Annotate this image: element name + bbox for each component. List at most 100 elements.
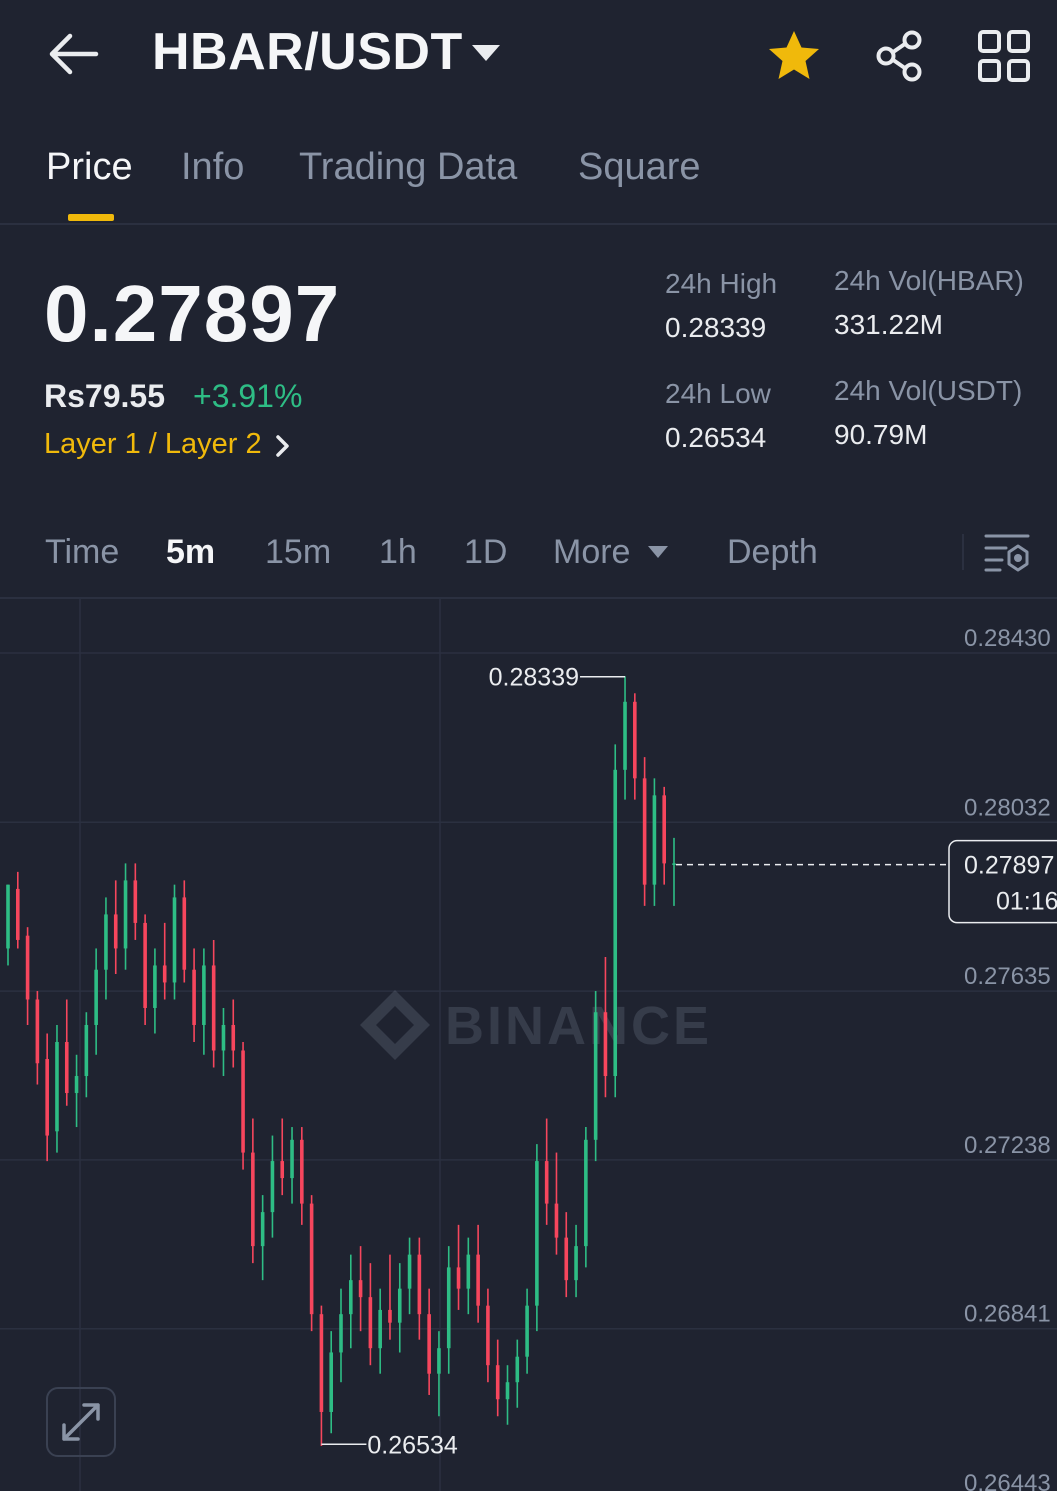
candle-body [319, 1314, 324, 1412]
back-arrow-icon[interactable] [48, 30, 100, 78]
candlestick-chart[interactable]: 0.28430 0.28032 0.27635 0.27238 0.26841 0.264… [0, 598, 1057, 1491]
watermark-diamond [360, 990, 430, 1060]
candle-body [123, 880, 128, 949]
candle-body [446, 1267, 451, 1349]
watermark-text: BINANCE [445, 996, 712, 1056]
vol-base-value: 331.22M [834, 309, 943, 340]
candle-body [94, 969, 98, 1025]
candle-body [309, 1203, 314, 1315]
chevron-right-icon[interactable] [272, 432, 294, 460]
candle-body [348, 1280, 353, 1315]
tab-info[interactable]: Info [181, 146, 244, 189]
y-tick-label: 0.26841 [964, 1301, 1051, 1328]
vol-quote-value: 90.79M [834, 419, 928, 450]
candle-body [162, 965, 167, 983]
star-icon[interactable] [766, 28, 822, 84]
low-value: 0.26534 [665, 422, 767, 453]
candle-body [113, 914, 118, 949]
tab-square[interactable]: Square [578, 146, 701, 189]
candle-body [672, 863, 676, 865]
last-price: 0.27897 [44, 269, 341, 358]
vol-base-label: 24h Vol(HBAR) [834, 265, 1024, 296]
candle-body [192, 969, 196, 1025]
candle-body [633, 701, 637, 779]
candle-body [417, 1254, 422, 1315]
candle-body [593, 1012, 598, 1140]
more-caret-icon[interactable] [648, 546, 668, 558]
candle-body [133, 880, 138, 923]
candle-body [202, 965, 206, 1025]
candle-body [427, 1314, 431, 1374]
fiat-price: Rs79.55 [44, 378, 165, 414]
candle-body [339, 1314, 343, 1353]
candle-body [623, 701, 627, 770]
candle-body [25, 935, 30, 1000]
pair-title[interactable]: HBAR/USDT [152, 22, 463, 82]
candle-body [221, 1024, 226, 1051]
depth-tab[interactable]: Depth [727, 533, 818, 572]
tab-price[interactable]: Price [46, 146, 133, 189]
candle-body [104, 914, 108, 970]
candle-body [574, 1246, 578, 1281]
expand-arrows-icon [62, 1403, 100, 1441]
vol-quote-label: 24h Vol(USDT) [834, 375, 1023, 406]
candle-body [270, 1161, 275, 1213]
candle-body [329, 1352, 334, 1412]
candle-body [358, 1280, 363, 1298]
high-label: 24h High [665, 268, 778, 299]
candle-body [260, 1212, 265, 1247]
chart-settings-icon[interactable] [984, 530, 1032, 574]
candle-body [388, 1309, 392, 1323]
last-price-tag-value: 0.27897 [964, 852, 1054, 880]
dropdown-caret-icon[interactable] [472, 45, 500, 61]
candle-body [35, 999, 40, 1064]
candle-body [241, 1050, 245, 1153]
candle-body [64, 1042, 69, 1094]
candle-body [505, 1382, 510, 1400]
interval-5m[interactable]: 5m [166, 533, 215, 572]
y-tick-label: 0.28430 [964, 625, 1051, 652]
fullscreen-button[interactable] [46, 1387, 116, 1457]
interval-more[interactable]: More [553, 533, 630, 572]
interval-separator [962, 534, 964, 570]
candle-body [55, 1042, 59, 1132]
high-marker-label: 0.28339 [489, 664, 579, 692]
category-link[interactable]: Layer 1 / Layer 2 [44, 428, 262, 461]
candle-body [613, 769, 618, 1077]
candle-body [84, 1024, 89, 1077]
share-icon[interactable] [872, 28, 928, 84]
candle-body [466, 1254, 471, 1289]
star-shape [769, 31, 819, 79]
tab-trading-data[interactable]: Trading Data [299, 146, 517, 189]
low-label: 24h Low [665, 378, 771, 409]
candle-body [603, 1012, 608, 1077]
candle-body [584, 1139, 588, 1247]
candle-body [182, 897, 187, 970]
candle-body [486, 1305, 490, 1366]
candle-body [15, 888, 20, 940]
grid-icon[interactable] [976, 28, 1032, 84]
y-tick-label: 0.28032 [964, 794, 1051, 821]
y-tick-label: 0.26443 [964, 1470, 1051, 1491]
interval-1d[interactable]: 1D [464, 533, 507, 572]
interval-time[interactable]: Time [45, 533, 119, 572]
candle-body [300, 1139, 304, 1204]
candle-body [535, 1161, 539, 1306]
interval-1h[interactable]: 1h [379, 533, 417, 572]
low-marker-label: 0.26534 [367, 1431, 457, 1459]
candle-body [231, 1024, 236, 1051]
candle-body [143, 922, 147, 1008]
candle-body [456, 1267, 461, 1289]
candle-body [476, 1254, 480, 1306]
candle-body [544, 1161, 549, 1204]
y-tick-label: 0.27238 [964, 1132, 1051, 1159]
tabs-divider [0, 223, 1057, 225]
interval-15m[interactable]: 15m [265, 533, 331, 572]
candle-body [45, 1059, 49, 1136]
candle-body [251, 1152, 255, 1247]
candle-body [397, 1288, 402, 1323]
active-tab-indicator [68, 214, 114, 221]
candle-body [172, 897, 177, 983]
candle-body [280, 1161, 285, 1179]
candle-body [407, 1254, 412, 1289]
